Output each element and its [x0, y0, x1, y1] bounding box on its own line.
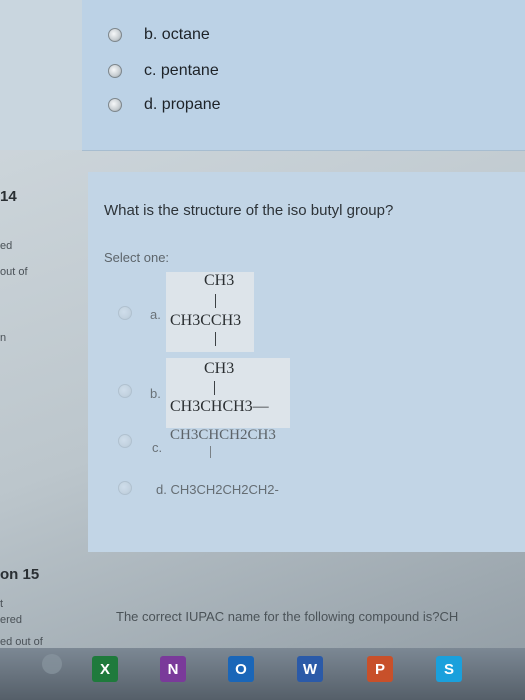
option-label: c. pentane [144, 62, 219, 79]
choice-d-text: d. CH3CH2CH2CH2- [156, 482, 279, 497]
question-number: 14 [0, 188, 17, 205]
choice-c[interactable] [118, 434, 154, 448]
structure-top-group: CH3 [204, 272, 235, 289]
structure-main-chain: CH3CHCH3— [170, 398, 269, 415]
radio-button[interactable] [118, 481, 132, 495]
bond-line [214, 381, 215, 395]
radio-button[interactable] [108, 28, 122, 42]
previous-question-info [0, 0, 82, 150]
word-icon[interactable]: W [297, 656, 323, 682]
question-status: t [0, 598, 4, 610]
edit-question-text: n [0, 332, 7, 344]
choice-letter: d. [156, 482, 167, 497]
question-text: The correct IUPAC name for the following… [116, 609, 459, 624]
structure-top-group: CH3 [204, 360, 235, 377]
choice-letter: b. [150, 386, 161, 401]
answer-option-b[interactable]: b. octane [108, 26, 210, 44]
structure-main-chain: CH3CHCH2CH3 [170, 427, 276, 443]
bond-line [215, 332, 216, 346]
question-text: What is the structure of the iso butyl g… [104, 202, 394, 219]
excel-icon[interactable]: X [92, 656, 118, 682]
question-marks: ed out of [0, 636, 43, 648]
start-icon[interactable] [42, 654, 62, 674]
radio-button[interactable] [118, 306, 132, 320]
radio-button[interactable] [108, 64, 122, 78]
choice-d[interactable] [118, 481, 154, 495]
onenote-icon[interactable]: N [160, 656, 186, 682]
structure-formula: CH3CH2CH2CH2- [170, 482, 279, 497]
choice-a[interactable] [118, 306, 154, 320]
option-label: b. octane [144, 26, 210, 43]
select-one-label: Select one: [104, 250, 170, 265]
question-number: on 15 [0, 566, 40, 583]
choice-letter: c. [152, 440, 163, 455]
answer-option-d[interactable]: d. propane [108, 96, 221, 114]
radio-button[interactable] [118, 384, 132, 398]
outlook-icon[interactable]: O [228, 656, 254, 682]
bond-line [210, 446, 211, 458]
question-status: ed [0, 240, 13, 252]
powerpoint-icon[interactable]: P [367, 656, 393, 682]
option-label: d. propane [144, 96, 221, 113]
question-box [88, 172, 525, 552]
structure-main-chain: CH3CCH3 [170, 312, 242, 329]
answer-option-c[interactable]: c. pentane [108, 62, 219, 80]
question-marks: out of [0, 266, 28, 278]
radio-button[interactable] [118, 434, 132, 448]
skype-icon[interactable]: S [436, 656, 462, 682]
choice-b[interactable] [118, 384, 154, 398]
question-status: ered [0, 614, 23, 626]
radio-button[interactable] [108, 98, 122, 112]
bond-line [215, 294, 216, 308]
choice-letter: a. [150, 307, 161, 322]
